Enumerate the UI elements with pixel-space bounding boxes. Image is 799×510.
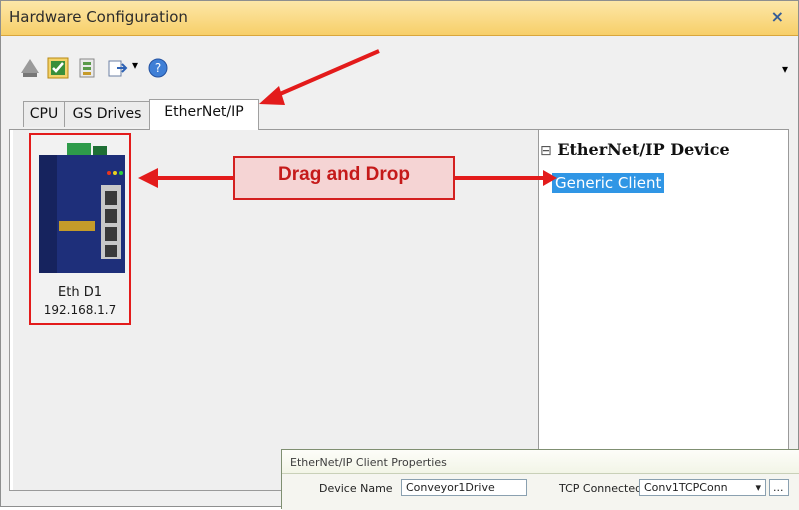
hardware-configuration-window: Hardware Configuration × ▾ ? ▾ CPU GS Dr… — [0, 0, 799, 510]
tcp-connected-select[interactable]: Conv1TCPConn ▾ — [639, 479, 766, 496]
right-arrow-head — [543, 170, 557, 186]
left-arrow-head — [138, 168, 158, 188]
dialog-body: Device Name Conveyor1Drive TCP Connected… — [282, 473, 799, 510]
tcp-connected-label: TCP Connected — [559, 482, 643, 495]
tcp-connected-value: Conv1TCPConn — [644, 481, 728, 494]
device-name-field[interactable]: Conveyor1Drive — [401, 479, 527, 496]
device-name-label: Device Name — [319, 482, 393, 495]
annotation-arrows — [138, 49, 557, 188]
chevron-down-icon: ▾ — [755, 481, 761, 494]
dialog-title: EtherNet/IP Client Properties — [290, 456, 447, 469]
browse-button[interactable]: ... — [769, 479, 789, 496]
ethernet-ip-client-properties-dialog: EtherNet/IP Client Properties Device Nam… — [281, 449, 799, 510]
tab-ethernet-ip[interactable]: EtherNet/IP — [149, 99, 259, 130]
tab-pointer-arrow-head — [259, 86, 285, 105]
tab-pointer-arrow-line — [272, 49, 380, 99]
